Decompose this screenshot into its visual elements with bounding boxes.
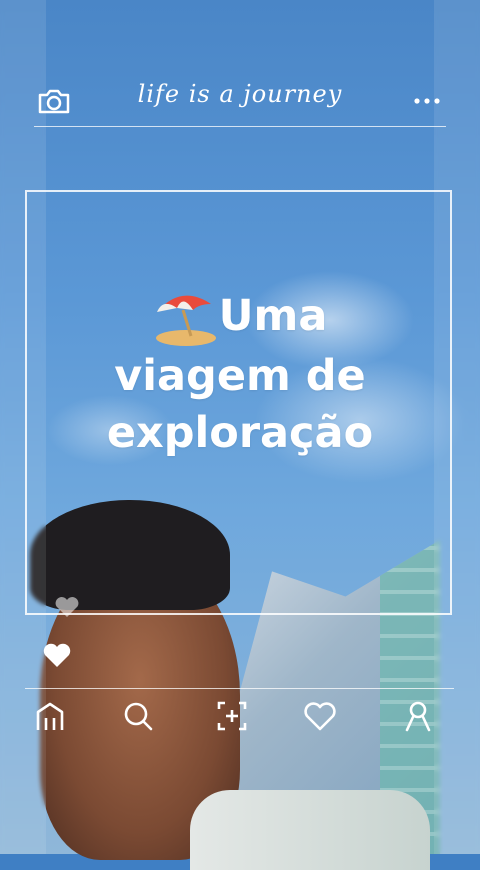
headline-line-2: viagem de <box>114 350 366 401</box>
camera-icon[interactable] <box>37 86 71 116</box>
heart-filled-icon[interactable] <box>42 642 72 668</box>
home-icon[interactable] <box>32 698 68 734</box>
headline: Uma viagem de exploração <box>40 288 440 462</box>
headline-line-3: exploração <box>106 407 374 458</box>
more-horizontal-icon[interactable] <box>412 97 442 105</box>
bottom-nav <box>0 698 480 738</box>
search-icon[interactable] <box>120 698 156 734</box>
add-post-icon[interactable] <box>214 698 250 734</box>
nav-divider <box>25 688 454 689</box>
heart-icon[interactable] <box>54 596 80 618</box>
heart-outline-icon[interactable] <box>302 698 338 734</box>
headline-line-1: Uma <box>40 288 440 348</box>
header-divider <box>34 126 446 127</box>
person-shirt <box>190 790 430 870</box>
beach-umbrella-emoji <box>155 295 216 346</box>
profile-icon[interactable] <box>400 698 436 734</box>
headline-word: Uma <box>218 291 328 341</box>
header-title: life is a journey <box>137 80 343 108</box>
